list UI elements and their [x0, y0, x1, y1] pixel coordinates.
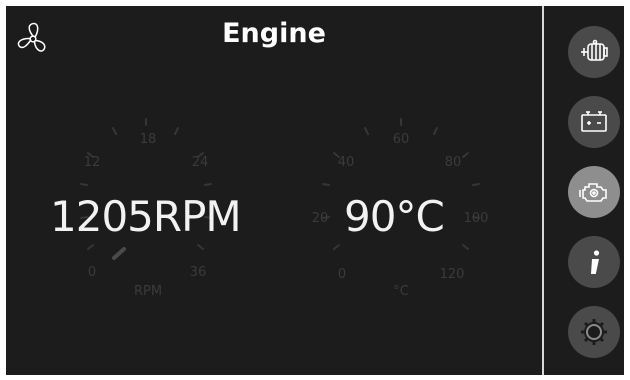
rpm-reading: 1205RPM	[50, 192, 242, 241]
info-button[interactable]	[568, 236, 620, 288]
page-title: Engine	[222, 18, 326, 49]
rpm-tick-label: 36	[190, 265, 207, 280]
temp-tick-label: 0	[338, 267, 346, 282]
battery-icon	[581, 111, 607, 132]
rpm-tick-label: 18	[140, 132, 157, 147]
rpm-tick-label: 12	[84, 155, 101, 170]
temp-tick-label: 20	[312, 211, 329, 226]
temp-tick-label: 80	[445, 155, 462, 170]
temp-tick-label: 100	[464, 211, 489, 226]
sidebar	[544, 6, 624, 375]
rpm-tick-label: 0	[88, 265, 96, 280]
main-panel: 0 12 18 24 36 RPM 0 20 40 60 80 100 120 …	[6, 6, 542, 375]
battery-button[interactable]	[568, 96, 620, 148]
engine-icon	[579, 183, 607, 202]
temp-tick-label: 40	[338, 155, 355, 170]
info-icon	[591, 250, 600, 274]
gauge-faces: 0 12 18 24 36 RPM 0 20 40 60 80 100 120 …	[80, 118, 489, 299]
rpm-tick-label: 24	[192, 155, 209, 170]
engine-screen: 0 12 18 24 36 RPM 0 20 40 60 80 100 120 …	[6, 6, 624, 375]
temp-tick-label: 120	[440, 267, 465, 282]
engine-button[interactable]	[568, 166, 620, 218]
alternator-button[interactable]	[568, 26, 620, 78]
temp-unit-label: °C	[393, 284, 409, 299]
alternator-icon	[581, 39, 608, 61]
rpm-unit-label: RPM	[134, 284, 162, 299]
temp-tick-label: 60	[393, 132, 410, 147]
gear-icon	[581, 319, 607, 345]
temperature-reading: 90°C	[344, 192, 445, 241]
settings-button[interactable]	[568, 306, 620, 358]
